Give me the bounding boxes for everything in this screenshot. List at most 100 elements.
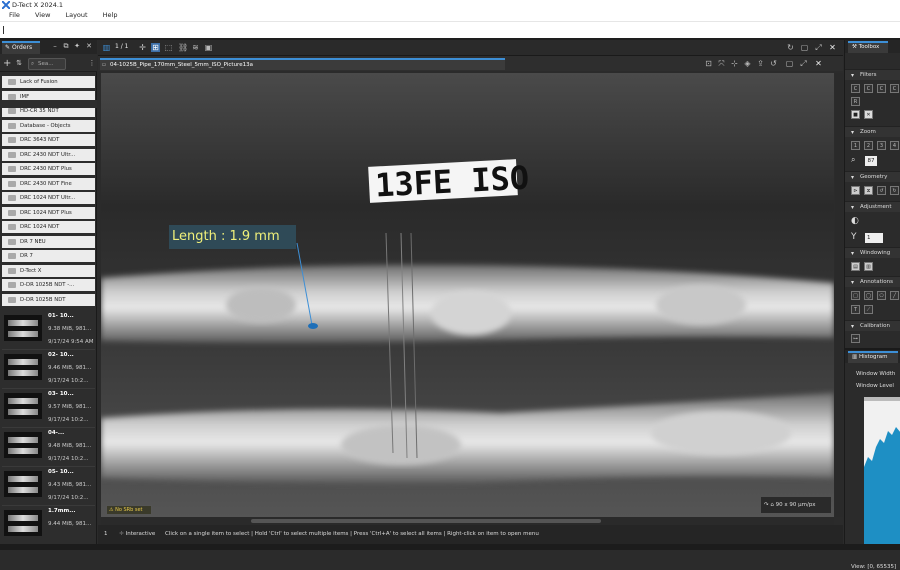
filter-remove-icon[interactable]: ✕: [864, 110, 873, 119]
filter-c1-button[interactable]: C: [864, 84, 873, 93]
select-icon[interactable]: ⊞: [151, 43, 160, 52]
xray-image: 13FE ISO: [101, 73, 834, 517]
zoom-3-button[interactable]: 3: [877, 141, 886, 150]
tab-expand-icon[interactable]: ⤢: [799, 59, 808, 68]
crosshair-icon[interactable]: ✛: [138, 43, 147, 52]
layout-icon[interactable]: ▥: [102, 43, 111, 52]
measurement-label[interactable]: Length : 1.9 mm: [169, 225, 296, 249]
filter-c-button[interactable]: C: [851, 84, 860, 93]
folder-item[interactable]: DR 7: [2, 250, 95, 262]
pin-icon[interactable]: ✦: [73, 42, 81, 51]
minimize-icon[interactable]: –: [51, 42, 59, 51]
tab-histogram[interactable]: ▥ Histogram: [848, 351, 898, 363]
rotate-right-icon[interactable]: ↻: [890, 186, 899, 195]
tab-close-icon[interactable]: ✕: [814, 59, 823, 68]
line-tool-icon[interactable]: ╱: [890, 291, 899, 300]
ruler-tool-icon[interactable]: ⟋: [864, 305, 873, 314]
image-list-item[interactable]: 03- 10... 9.57 MiB, 981... 9/17/24 10:2...: [2, 390, 95, 428]
pointer-icon[interactable]: ⬚: [164, 43, 173, 52]
window-icon[interactable]: ▢: [800, 43, 809, 52]
search-input[interactable]: ⌕ Sea...: [28, 58, 66, 70]
expand-icon[interactable]: ⤢: [814, 43, 823, 52]
tab-window-icon[interactable]: ▢: [785, 59, 794, 68]
more-icon[interactable]: ⋮: [88, 59, 96, 68]
folder-item[interactable]: DRC 2430 NDT Fine: [2, 177, 95, 190]
image-size: 9.48 MiB, 981...: [48, 443, 92, 449]
folder-item[interactable]: DRC 2430 NDT Ultr...: [2, 148, 95, 161]
section-annotations[interactable]: Annotations: [845, 276, 900, 288]
layers-icon[interactable]: ≋: [191, 43, 200, 52]
xray-viewer[interactable]: 13FE ISO Length : 1.9 mm ⚠ No SRb set ↷ …: [101, 73, 834, 517]
folder-item[interactable]: DRC 2430 NDT Plus: [2, 163, 95, 175]
popout-icon[interactable]: ⧉: [62, 42, 70, 51]
fit-icon[interactable]: ⊡: [704, 59, 713, 68]
calibrate-icon[interactable]: ⊶: [851, 334, 860, 343]
section-filters[interactable]: Filters: [845, 69, 900, 81]
flip-h-icon[interactable]: ⊳: [851, 186, 860, 195]
compress-icon[interactable]: ⊹: [730, 59, 739, 68]
add-icon[interactable]: +: [3, 59, 11, 69]
flip-v-icon[interactable]: ⧖: [864, 186, 873, 195]
image-list-item[interactable]: 01- 10... 9.38 MiB, 981... 9/17/24 9:54 AM: [2, 312, 95, 350]
menu-help[interactable]: Help: [103, 10, 118, 21]
zoom-4-button[interactable]: 4: [890, 141, 899, 150]
folder-item[interactable]: DRC 1024 NDT Plus: [2, 206, 95, 219]
folder-item[interactable]: D-DR 1025B NDT: [2, 293, 95, 306]
tab-orders[interactable]: ✎ Orders: [2, 41, 40, 54]
section-zoom[interactable]: Zoom: [845, 126, 900, 138]
gamma-value-field[interactable]: 1: [865, 233, 883, 243]
vertical-scrollbar[interactable]: [835, 73, 843, 517]
section-calibration[interactable]: Calibration: [845, 320, 900, 332]
filter-apply-icon[interactable]: ■: [851, 110, 860, 119]
rect-tool-icon[interactable]: □: [851, 291, 860, 300]
folder-item[interactable]: DR 7 NEU: [2, 235, 95, 248]
sort-icon[interactable]: ⇅: [15, 59, 23, 68]
image-list-item[interactable]: 05- 10... 9.43 MiB, 981... 9/17/24 10:2...: [2, 468, 95, 506]
folder-item[interactable]: DRC 1024 NDT Ultr...: [2, 192, 95, 204]
restore-icon[interactable]: ↺: [769, 59, 778, 68]
text-tool-icon[interactable]: T: [851, 305, 860, 314]
filter-c3-button[interactable]: C: [890, 84, 899, 93]
folder-item[interactable]: D-Tect X: [2, 264, 95, 277]
folder-item[interactable]: DRC 3643 NDT: [2, 134, 95, 146]
filter-c2-button[interactable]: C: [877, 84, 886, 93]
filter-r-button[interactable]: R: [851, 97, 860, 106]
folder-item[interactable]: Lack of Fusion: [2, 76, 95, 88]
measurement-endpoint[interactable]: [308, 323, 318, 329]
horizontal-scrollbar[interactable]: [101, 517, 834, 525]
rotate-icon[interactable]: ↻: [786, 43, 795, 52]
window-preset-2-icon[interactable]: ▥: [864, 262, 873, 271]
rotate-left-icon[interactable]: ↺: [877, 186, 886, 195]
window-preset-1-icon[interactable]: ▤: [851, 262, 860, 271]
close-icon[interactable]: ✕: [85, 42, 93, 51]
menu-view[interactable]: View: [35, 10, 50, 21]
image-list-item[interactable]: 04-... 9.48 MiB, 981... 9/17/24 10:2...: [2, 429, 95, 467]
polygon-tool-icon[interactable]: ⬠: [877, 291, 886, 300]
ellipse-tool-icon[interactable]: ◯: [864, 291, 873, 300]
image-thumbnail: [4, 315, 42, 341]
zoom-value-field[interactable]: 87: [865, 156, 877, 166]
zoom-2-button[interactable]: 2: [864, 141, 873, 150]
screenshot-icon[interactable]: ▣: [204, 43, 213, 52]
scroll-thumb[interactable]: [251, 519, 601, 523]
section-geometry[interactable]: Geometry: [845, 171, 900, 183]
histogram-chart[interactable]: [864, 397, 900, 550]
image-list-item[interactable]: 1.7mm... 9.44 MiB, 981...: [2, 507, 95, 545]
folder-item[interactable]: Database - Objects: [2, 119, 95, 132]
export-icon[interactable]: ⇪: [756, 59, 765, 68]
folder-item[interactable]: D-DR 1025B NDT -...: [2, 279, 95, 291]
command-bar[interactable]: [0, 21, 900, 38]
layer-stack-icon[interactable]: ◈: [743, 59, 752, 68]
folder-item[interactable]: DRC 1024 NDT: [2, 221, 95, 233]
menu-file[interactable]: File: [9, 10, 20, 21]
section-adjustment[interactable]: Adjustment: [845, 201, 900, 213]
close-viewer-icon[interactable]: ✕: [828, 43, 837, 52]
tab-image[interactable]: ▫ 04-1025B_Pipe_170mm_Steel_5mm_ISO_Pict…: [100, 58, 505, 70]
zoom-fit-icon[interactable]: ⤧: [717, 59, 726, 68]
link-icon[interactable]: ⛓: [178, 43, 188, 52]
tab-toolbox[interactable]: ⚒ Toolbox: [848, 41, 888, 53]
menu-layout[interactable]: Layout: [65, 10, 87, 21]
zoom-1-button[interactable]: 1: [851, 141, 860, 150]
image-list-item[interactable]: 02- 10... 9.46 MiB, 981... 9/17/24 10:2...: [2, 351, 95, 389]
section-windowing[interactable]: Windowing: [845, 247, 900, 259]
